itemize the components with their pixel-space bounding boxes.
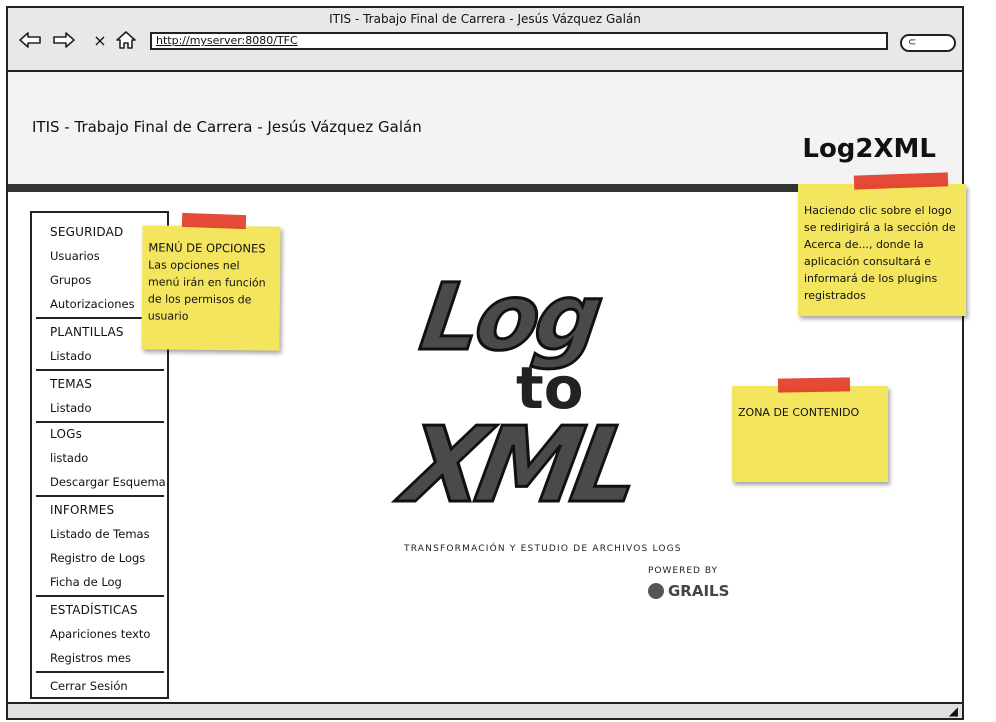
menu-section-logs: LOGs (50, 427, 83, 441)
sticky-note-logo-body: Haciendo clic sobre el logo se redirigir… (804, 204, 956, 302)
back-arrow-icon[interactable] (18, 30, 42, 50)
search-field[interactable]: ⊂ (900, 34, 956, 52)
logo-subtitle: Transformación y Estudio de Archivos Log… (404, 544, 682, 554)
menu-divider (36, 421, 164, 423)
menu-item-usuarios[interactable]: Usuarios (50, 249, 100, 263)
menu-divider (36, 369, 164, 371)
header-logo-link[interactable]: Log2XML (802, 134, 936, 164)
menu-item-ficha-log[interactable]: Ficha de Log (50, 575, 122, 589)
window-title: ITIS - Trabajo Final de Carrera - Jesús … (329, 12, 641, 26)
menu-item-plantillas-listado[interactable]: Listado (50, 349, 92, 363)
menu-divider (36, 671, 164, 673)
logout-link[interactable]: Cerrar Sesión (50, 679, 128, 693)
menu-section-estadisticas: ESTADÍSTICAS (50, 603, 138, 617)
menu-item-logs-listado[interactable]: listado (50, 451, 88, 465)
search-icon: ⊂ (908, 37, 917, 48)
logo-word-xml: XML (394, 403, 644, 528)
browser-window: ITIS - Trabajo Final de Carrera - Jesús … (6, 6, 966, 720)
address-url: http://myserver:8080/TFC (156, 34, 298, 47)
sticky-note-logo: Haciendo clic sobre el logo se redirigir… (798, 184, 966, 316)
forward-arrow-icon[interactable] (52, 30, 76, 50)
menu-item-temas-listado[interactable]: Listado (50, 401, 92, 415)
menu-item-registro-logs[interactable]: Registro de Logs (50, 551, 145, 565)
menu-section-seguridad: SEGURIDAD (50, 225, 124, 239)
page-header: ITIS - Trabajo Final de Carrera - Jesús … (8, 72, 962, 186)
menu-divider (36, 595, 164, 597)
sticky-note-menu: MENÚ DE OPCIONES Las opciones nel menú i… (141, 225, 281, 351)
grails-label: GRAILS (668, 582, 730, 600)
menu-section-informes: INFORMES (50, 503, 115, 517)
menu-section-plantillas: PLANTILLAS (50, 325, 124, 339)
resize-grip-icon[interactable]: ◢ (949, 704, 958, 718)
grails-logo: GRAILS (648, 582, 729, 600)
browser-chrome: ITIS - Trabajo Final de Carrera - Jesús … (8, 8, 962, 72)
tape-strip (181, 212, 247, 230)
app-logo[interactable]: Log to XML (394, 263, 734, 530)
home-icon[interactable] (114, 30, 138, 50)
sticky-note-content-zone: ZONA DE CONTENIDO (732, 386, 888, 482)
tape-strip (777, 377, 851, 393)
stop-icon[interactable]: × (88, 30, 112, 50)
menu-item-autorizaciones[interactable]: Autorizaciones (50, 297, 135, 311)
menu-item-listado-temas[interactable]: Listado de Temas (50, 527, 150, 541)
menu-section-temas: TEMAS (50, 377, 93, 391)
menu-item-grupos[interactable]: Grupos (50, 273, 91, 287)
status-bar: ◢ (8, 702, 962, 718)
menu-divider (36, 495, 164, 497)
sticky-note-content-title: ZONA DE CONTENIDO (738, 406, 860, 419)
menu-item-apariciones-texto[interactable]: Apariciones texto (50, 627, 150, 641)
sticky-note-menu-body: Las opciones nel menú irán en función de… (147, 258, 266, 323)
menu-item-registros-mes[interactable]: Registros mes (50, 651, 131, 665)
powered-by-label: Powered by (648, 566, 719, 576)
sticky-note-menu-title: MENÚ DE OPCIONES (148, 240, 266, 256)
menu-item-descargar-esquema[interactable]: Descargar Esquema (50, 475, 166, 489)
grails-icon (648, 583, 664, 599)
address-bar[interactable]: http://myserver:8080/TFC (150, 32, 888, 50)
page-title: ITIS - Trabajo Final de Carrera - Jesús … (32, 118, 422, 136)
